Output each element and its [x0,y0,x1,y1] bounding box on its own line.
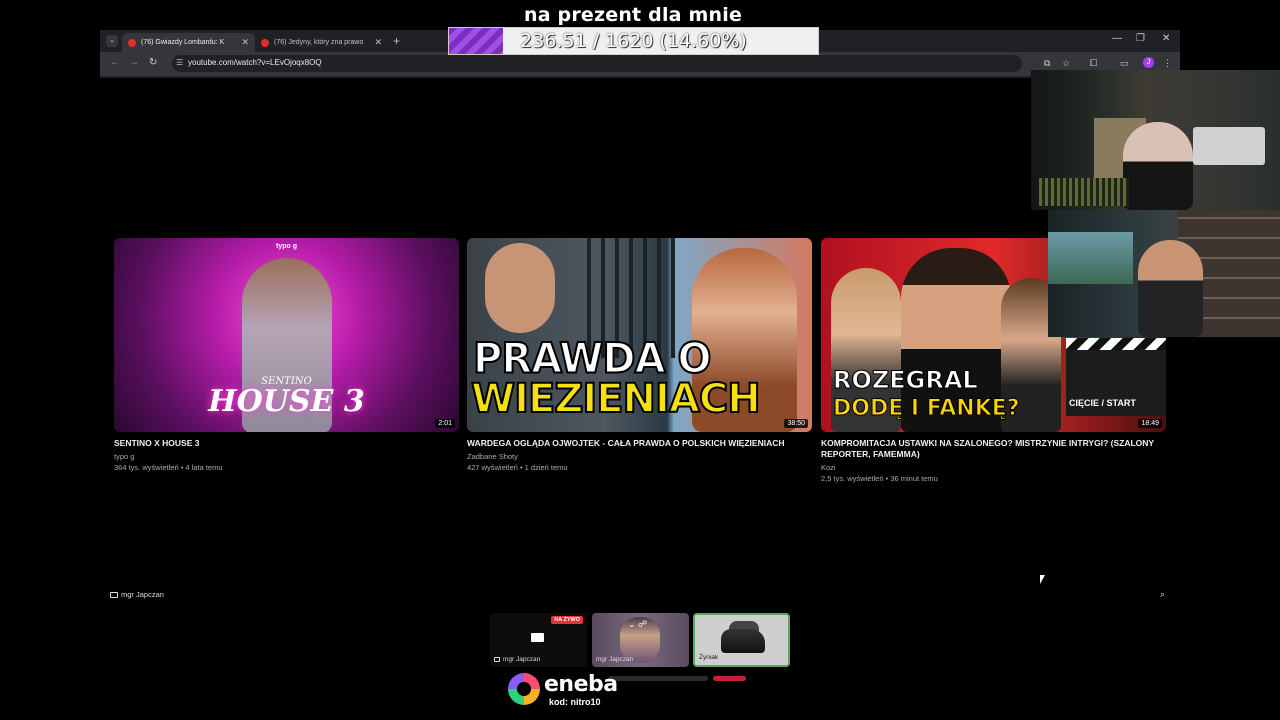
url-text: youtube.com/watch?v=LEvOjoqx8OQ [188,58,322,67]
tile-name: Żyniak [699,654,719,661]
tile-controls-icon[interactable]: ⌄ ☍ [628,619,647,630]
sponsor-eneba: eneba kod: nitro10 [508,672,618,707]
video-duration: 2:01 [435,419,455,428]
video-title[interactable]: KOMPROMITACJA USTAWKI NA SZALONEGO? MIST… [821,438,1166,460]
video-meta: 364 tys. wyświetleń • 4 lata temu [114,463,223,472]
new-tab-button[interactable]: + [393,34,400,48]
zoom-icon[interactable]: ⌕ [1160,589,1165,600]
video-duration: 18:49 [1138,419,1162,428]
thumbnail-text-line2: WIEZIENIACH [470,375,762,423]
webcam-aquarium [1048,232,1133,284]
donation-progress-bar: 236.51 / 1620 (14.60%) [448,27,819,55]
reload-icon[interactable]: ↻ [149,57,157,68]
video-channel[interactable]: typo g [114,452,459,461]
tab-label: (76) Jedyny, który zna prawo [274,39,364,46]
sponsor-code: kod: nitro10 [549,697,601,707]
profile-avatar[interactable]: J [1143,57,1154,68]
tile-scrollbar[interactable] [608,676,708,681]
clapperboard-stripes [1066,338,1166,350]
bookmark-star-icon[interactable]: ☆ [1062,58,1070,69]
video-thumbnail[interactable]: typo g SENTINO HOUSE 3 2:01 [114,238,459,432]
webcam-streamer-2 [1048,210,1280,337]
tile-label: Żyniak [699,654,718,661]
video-channel[interactable]: Kozi [821,463,1166,472]
extensions-icon[interactable]: ⧠ [1090,58,1097,69]
thumbnail-person [485,243,555,333]
tab-gwiazdy-lombardu[interactable]: (76) Gwiazdy Lombardu: K ✕ [122,33,255,52]
video-thumbnail[interactable]: PRAWDA O WIEZIENIACH 38:50 [467,238,812,432]
tile-label: mgr Japczan [494,656,540,663]
install-app-icon[interactable]: ⧉ [1044,58,1050,69]
window-close-icon[interactable]: ✕ [1162,33,1170,44]
thumbnail-text: HOUSE 3 [208,384,365,419]
live-badge: NA ŻYWO [551,616,583,624]
sponsor-name: eneba [544,672,618,697]
youtube-icon [128,38,136,47]
tab-search-icon[interactable]: ⌄ [106,35,118,47]
address-bar-row: ← → ↻ ☰ youtube.com/watch?v=LEvOjoqx8OQ … [100,52,1180,76]
minimize-icon[interactable]: — [1112,33,1122,44]
presenter-label: mgr Japczan [110,590,164,599]
thumbnail-brand: typo g [276,243,297,250]
thumbnail-clap-text: CIĘCIE / START [1069,398,1136,408]
tile-label: mgr Japczan [596,656,633,663]
eneba-logo-icon [508,673,540,705]
video-title[interactable]: WARDEGA OGLĄDA OJWOJTEK - CAŁA PRAWDA O … [467,438,812,449]
video-meta: 427 wyświetleń • 1 dzień temu [467,463,568,472]
video-title[interactable]: SENTINO X HOUSE 3 [114,438,459,449]
tile-scrollbar-accent[interactable] [713,676,746,681]
video-card-wardega[interactable]: PRAWDA O WIEZIENIACH 38:50 WARDEGA OGLĄD… [467,238,812,472]
progress-text: 236.51 / 1620 (14.60%) [520,30,747,52]
thumbnail-text-line1: ROZEGRAL [833,366,979,395]
video-meta: 2,5 tys. wyświetleń • 36 minut temu [821,474,938,483]
participant-tile-camera[interactable]: ⌄ ☍ mgr Japczan [592,613,689,667]
back-icon[interactable]: ← [110,57,120,68]
cast-icon[interactable]: ▭ [1120,58,1129,69]
video-channel[interactable]: Zadbane Shoty [467,452,812,461]
participant-tile-zyniak[interactable]: Żyniak [693,613,790,667]
screen-share-icon [110,591,118,598]
tab-label: (76) Gwiazdy Lombardu: K [141,39,225,46]
webcam-air-conditioner [1193,127,1265,165]
youtube-icon [261,38,269,47]
url-field[interactable]: ☰ youtube.com/watch?v=LEvOjoqx8OQ [172,55,1022,72]
thumbnail-text-line2: DODĘ I FANKĘ? [833,396,1021,422]
tab-jedyny[interactable]: (76) Jedyny, który zna prawo ✕ [255,33,388,52]
presenter-name: mgr Japczan [121,590,164,599]
mouse-cursor-icon [1040,575,1045,584]
overlay-title: na prezent dla mnie [523,4,743,26]
tile-name: mgr Japczan [596,656,634,663]
webcam-keyboard [1039,178,1129,206]
car-image [721,629,765,653]
participant-tile-screen[interactable]: NA ŻYWO mgr Japczan [490,613,587,667]
close-icon[interactable]: ✕ [241,37,249,48]
webcam-person [1123,122,1193,210]
tile-name: mgr Japczan [503,656,541,663]
menu-kebab-icon[interactable]: ⋮ [1163,58,1172,69]
webcam-streamer-1 [1031,70,1280,210]
monitor-icon [531,633,544,642]
close-icon[interactable]: ✕ [374,37,382,48]
site-info-icon[interactable]: ☰ [176,58,185,68]
video-card-sentino[interactable]: typo g SENTINO HOUSE 3 2:01 SENTINO X HO… [114,238,459,472]
forward-icon[interactable]: → [129,57,139,68]
maximize-icon[interactable]: ❐ [1136,33,1145,44]
screen-share-icon [494,657,500,662]
webcam-person [1138,240,1203,337]
video-duration: 38:50 [784,419,808,428]
